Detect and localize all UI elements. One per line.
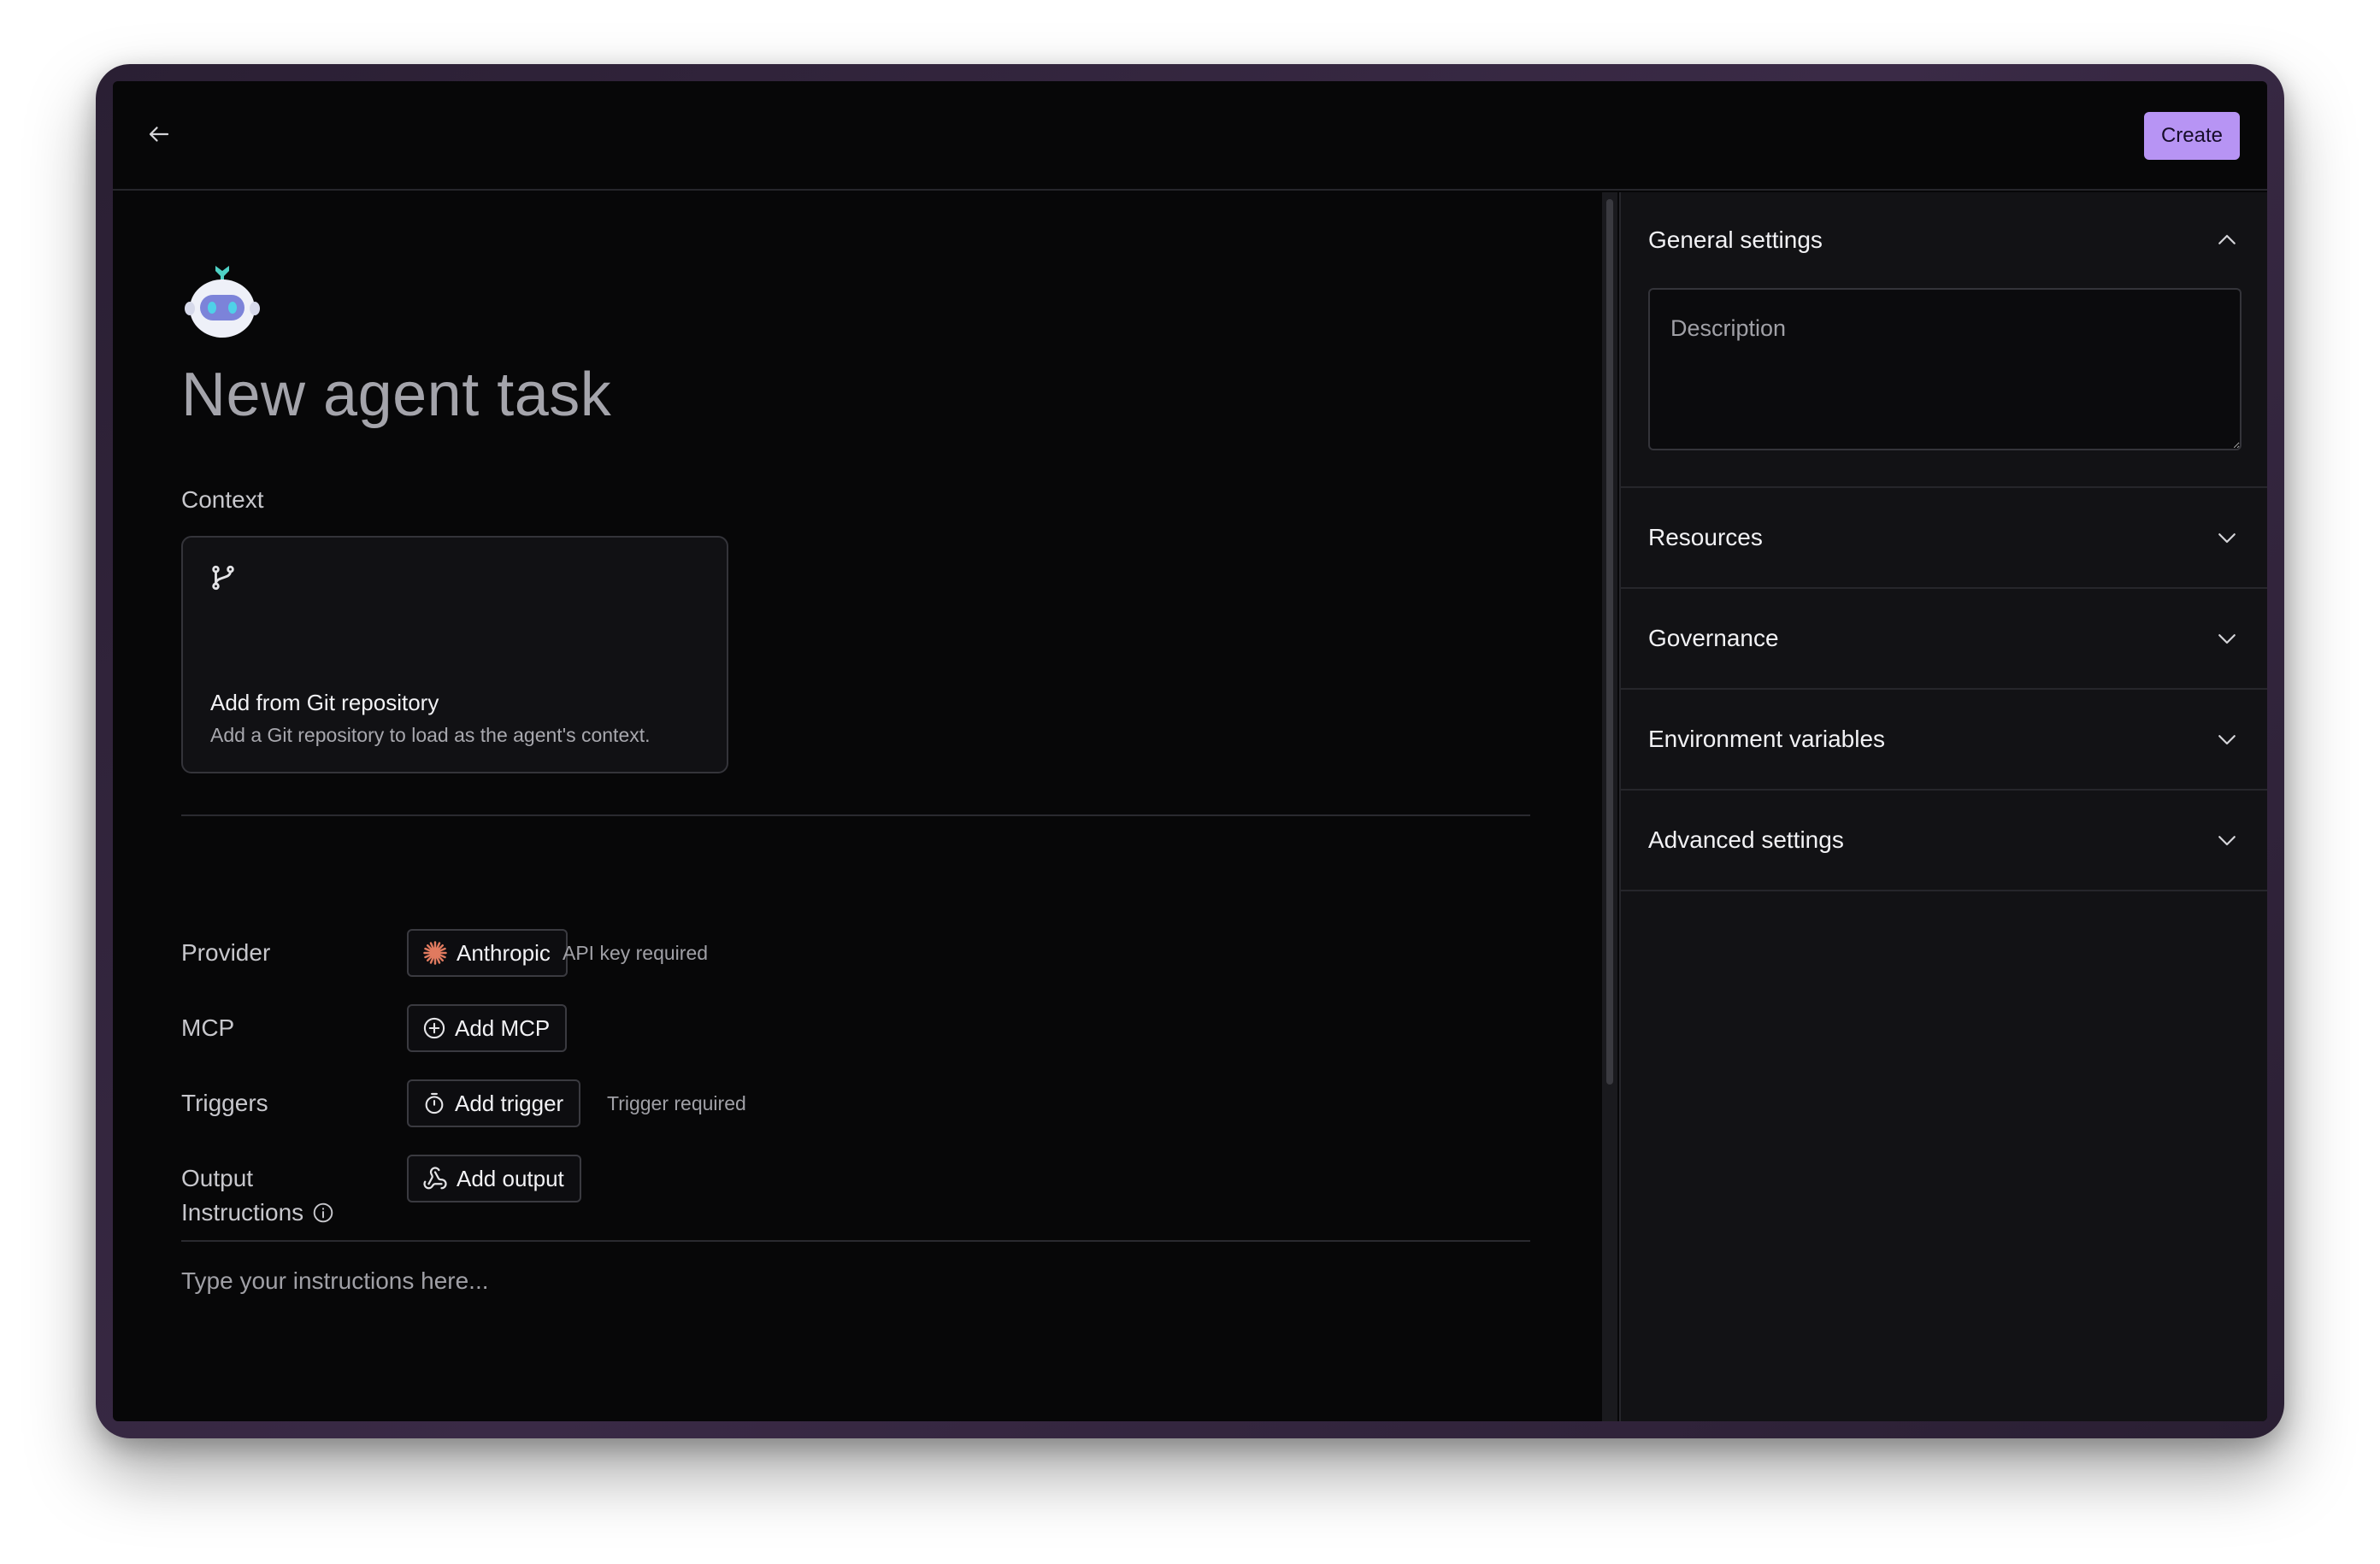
git-card-title: Add from Git repository [210,690,439,715]
mcp-label: MCP [181,1014,235,1041]
environment-variables-title: Environment variables [1648,726,1886,752]
arrow-left-icon [149,126,169,142]
general-settings-header[interactable]: General settings [1621,192,2267,288]
top-bar: Create [113,81,2267,191]
advanced-settings-header[interactable]: Advanced settings [1621,791,2267,890]
back-button[interactable] [142,117,176,151]
triggers-row: Triggers Add trigger Trigger required [181,1079,1207,1127]
chevron-down-icon [2218,836,2236,846]
mcp-row: MCP Add MCP [181,1004,1207,1052]
provider-label: Provider [181,939,271,966]
scrollbar-thumb[interactable] [1606,199,1613,1085]
description-textarea[interactable] [1648,288,2242,450]
trigger-hint: Trigger required [607,1092,746,1114]
divider [181,814,1530,816]
general-settings-section: General settings [1621,192,2267,488]
chevron-down-icon [2218,533,2236,544]
webhook-icon [423,1167,447,1190]
create-button[interactable]: Create [2143,112,2240,160]
add-trigger-label: Add trigger [455,1090,564,1116]
resources-header[interactable]: Resources [1621,488,2267,587]
add-output-button[interactable]: Add output [407,1155,581,1202]
environment-variables-section: Environment variables [1621,690,2267,791]
governance-section: Governance [1621,589,2267,690]
provider-row: Provider Anthropic API key required [181,929,1207,977]
output-label: Output [181,1165,254,1191]
main-scrollbar[interactable] [1602,192,1617,1421]
advanced-settings-section: Advanced settings [1621,791,2267,891]
device-frame: Create New agent task Context Add from G… [96,64,2284,1438]
resources-title: Resources [1648,524,1763,550]
instructions-label: Instructions [181,1199,304,1226]
app-window: Create New agent task Context Add from G… [113,81,2267,1421]
instructions-heading: Instructions [181,1199,334,1226]
add-mcp-button[interactable]: Add MCP [407,1004,568,1052]
provider-hint: API key required [563,942,709,964]
info-icon[interactable] [312,1202,334,1224]
advanced-settings-title: Advanced settings [1648,826,1844,853]
stopwatch-icon [425,1092,444,1114]
governance-header[interactable]: Governance [1621,589,2267,688]
plus-circle-icon [423,1017,445,1039]
divider [181,1240,1530,1242]
add-trigger-button[interactable]: Add trigger [407,1079,581,1127]
resources-section: Resources [1621,488,2267,589]
chevron-down-icon [2218,634,2236,644]
instructions-input[interactable] [181,1255,1530,1307]
triggers-label: Triggers [181,1090,268,1116]
git-card-description: Add a Git repository to load as the agen… [210,724,651,746]
environment-variables-header[interactable]: Environment variables [1621,690,2267,789]
provider-anthropic-button[interactable]: Anthropic [407,929,568,977]
provider-button-label: Anthropic [457,939,551,966]
output-row: Output Add output [181,1155,1207,1202]
task-editor: New agent task Context Add from Git repo… [113,192,1600,1421]
page-title: New agent task [181,361,612,429]
general-settings-title: General settings [1648,226,1823,253]
robot-avatar-icon [185,266,260,338]
governance-title: Governance [1648,625,1779,651]
add-git-repository-card[interactable]: Add from Git repository Add a Git reposi… [181,536,728,773]
settings-panel: General settings Resources Governan [1619,192,2267,1421]
git-branch-icon [212,565,234,591]
add-output-label: Add output [457,1165,564,1191]
chevron-down-icon [2218,735,2236,745]
add-mcp-label: Add MCP [455,1014,551,1041]
context-label: Context [181,486,264,513]
chevron-up-icon [2218,234,2236,244]
anthropic-icon [423,941,447,965]
